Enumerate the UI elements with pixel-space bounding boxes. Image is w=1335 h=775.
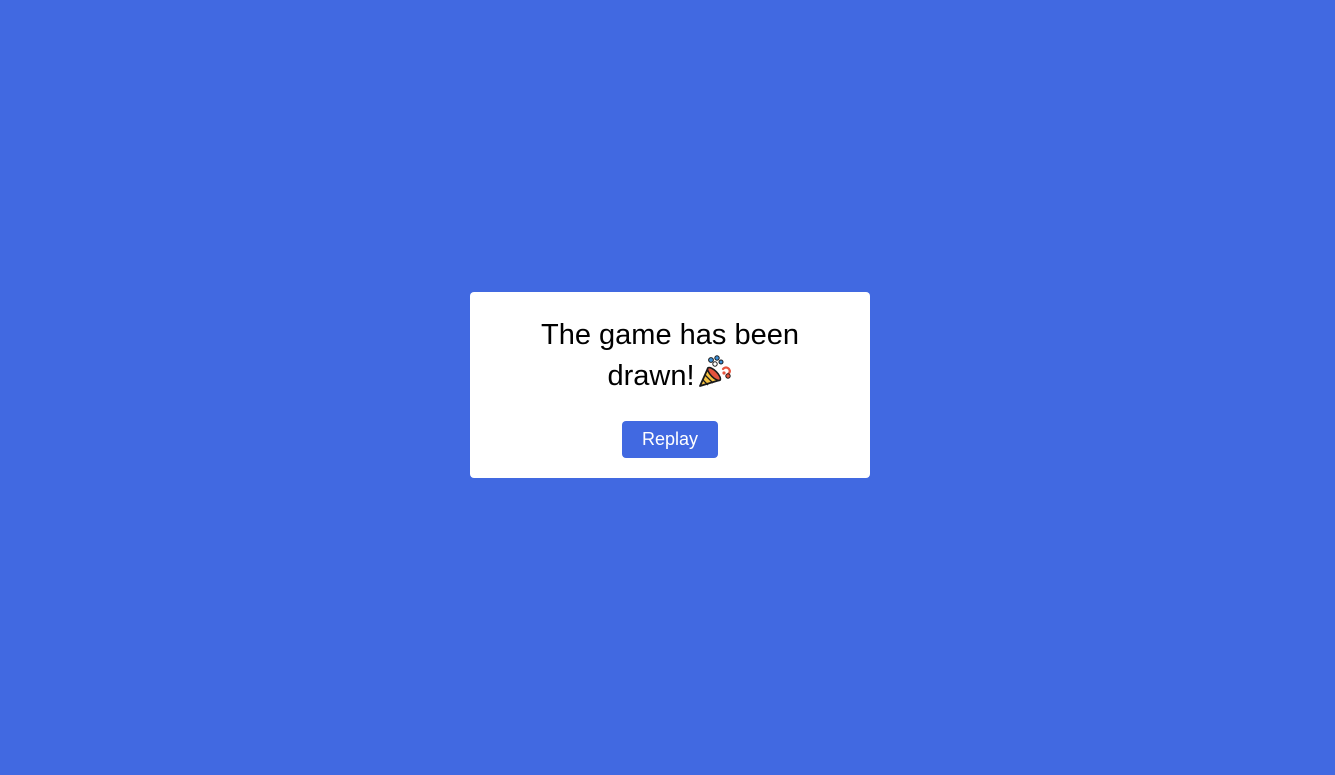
replay-button[interactable]: Replay [622, 421, 718, 458]
result-dialog: The game has been drawn! Replay [470, 292, 870, 478]
party-popper-icon [697, 355, 733, 389]
result-message-line: The game has been drawn! [520, 316, 820, 396]
result-message: The game has been drawn! [541, 319, 799, 392]
